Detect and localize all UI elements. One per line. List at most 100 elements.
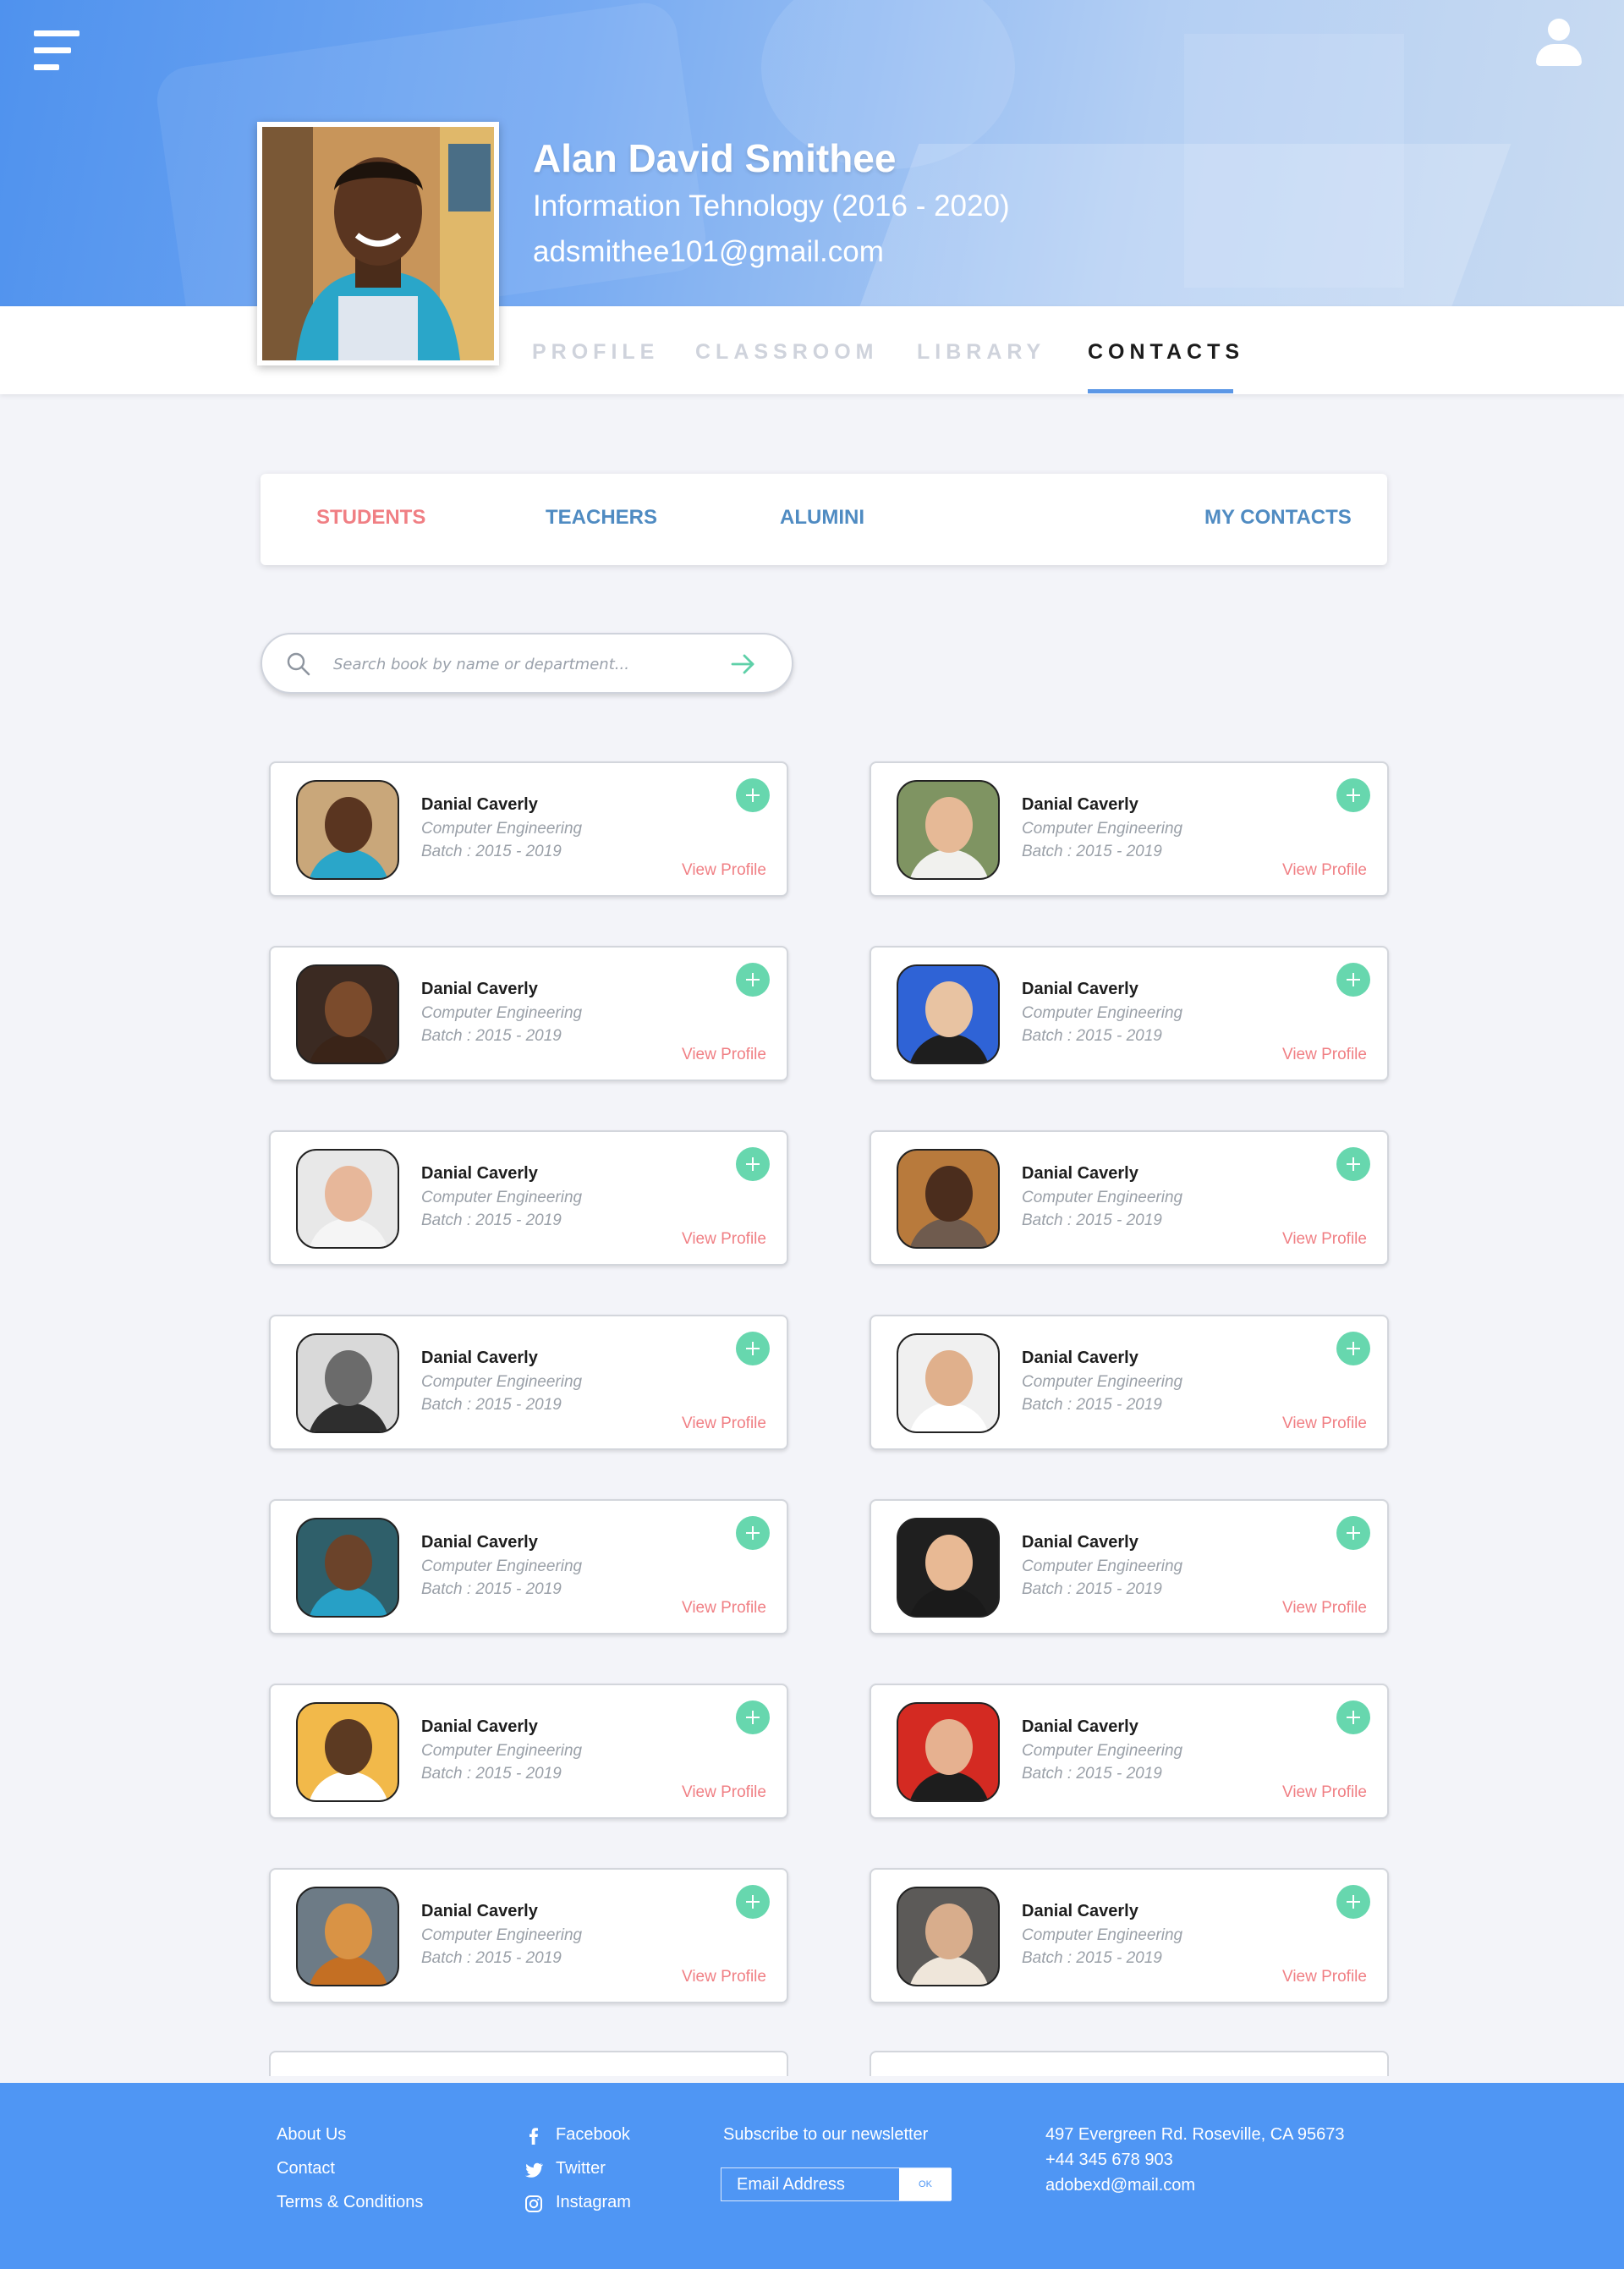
- contact-avatar: [897, 1333, 1000, 1433]
- add-contact-icon[interactable]: [736, 1700, 770, 1734]
- add-contact-icon[interactable]: [1336, 963, 1370, 997]
- footer-link-terms[interactable]: Terms & Conditions: [277, 2193, 423, 2212]
- add-contact-icon[interactable]: [736, 1516, 770, 1550]
- footer-twitter-link[interactable]: Twitter: [556, 2159, 606, 2178]
- footer-instagram-link[interactable]: Instagram: [556, 2193, 631, 2212]
- contact-avatar: [296, 964, 399, 1064]
- contact-avatar: [897, 1518, 1000, 1618]
- profile-course: Information Tehnology (2016 - 2020): [533, 190, 1010, 223]
- contact-batch: Batch : 2015 - 2019: [1022, 1211, 1162, 1229]
- filter-alumini[interactable]: ALUMINI: [780, 506, 864, 530]
- tab-classroom[interactable]: CLASSROOM: [695, 340, 879, 365]
- main-tab-bar: PROFILE CLASSROOM LIBRARY CONTACTS: [0, 306, 1624, 394]
- contact-card: Danial Caverly Computer Engineering Batch …: [870, 1499, 1389, 1634]
- add-contact-icon[interactable]: [736, 1885, 770, 1919]
- contact-department: Computer Engineering: [421, 1189, 583, 1206]
- view-profile-link[interactable]: View Profile: [682, 1783, 766, 1802]
- newsletter-form: OK: [721, 2167, 952, 2201]
- tab-library[interactable]: LIBRARY: [917, 340, 1045, 365]
- contact-department: Computer Engineering: [1022, 1926, 1183, 1944]
- contact-card: Danial Caverly Computer Engineering Batch …: [269, 1684, 788, 1819]
- contact-department: Computer Engineering: [421, 1742, 583, 1760]
- hamburger-menu-icon[interactable]: [34, 30, 81, 71]
- tab-contacts[interactable]: CONTACTS: [1088, 340, 1244, 365]
- contact-name: Danial Caverly: [1022, 795, 1138, 814]
- footer-facebook-link[interactable]: Facebook: [556, 2125, 630, 2145]
- contact-name: Danial Caverly: [421, 980, 538, 998]
- tab-profile[interactable]: PROFILE: [532, 340, 659, 365]
- contact-department: Computer Engineering: [421, 1926, 583, 1944]
- facebook-icon[interactable]: [524, 2127, 543, 2145]
- add-contact-icon[interactable]: [736, 1332, 770, 1365]
- add-contact-icon[interactable]: [1336, 1147, 1370, 1181]
- view-profile-link[interactable]: View Profile: [1282, 861, 1367, 880]
- view-profile-link[interactable]: View Profile: [1282, 1968, 1367, 1986]
- contact-card: Danial Caverly Computer Engineering Batch …: [870, 1315, 1389, 1450]
- view-profile-link[interactable]: View Profile: [682, 1968, 766, 1986]
- contact-card: Danial Caverly Computer Engineering Batch …: [870, 1130, 1389, 1266]
- profile-name: Alan David Smithee: [533, 136, 897, 180]
- add-contact-icon[interactable]: [1336, 1700, 1370, 1734]
- add-contact-icon[interactable]: [736, 1147, 770, 1181]
- arrow-right-icon[interactable]: [729, 651, 758, 677]
- contact-avatar: [897, 964, 1000, 1064]
- add-contact-icon[interactable]: [736, 963, 770, 997]
- contact-department: Computer Engineering: [421, 1558, 583, 1575]
- contact-card-partial: [870, 2051, 1389, 2076]
- contact-card: Danial Caverly Computer Engineering Batch …: [870, 761, 1389, 897]
- contact-avatar: [897, 1887, 1000, 1986]
- add-contact-icon[interactable]: [1336, 1332, 1370, 1365]
- filter-my-contacts[interactable]: MY CONTACTS: [1204, 506, 1352, 530]
- view-profile-link[interactable]: View Profile: [682, 1230, 766, 1249]
- instagram-icon[interactable]: [524, 2195, 543, 2213]
- contact-card: Danial Caverly Computer Engineering Batch …: [870, 946, 1389, 1081]
- contact-department: Computer Engineering: [421, 1373, 583, 1391]
- contact-batch: Batch : 2015 - 2019: [421, 1027, 562, 1045]
- footer-email[interactable]: adobexd@mail.com: [1045, 2176, 1195, 2195]
- view-profile-link[interactable]: View Profile: [1282, 1230, 1367, 1249]
- contact-batch: Batch : 2015 - 2019: [1022, 1027, 1162, 1045]
- contact-card: Danial Caverly Computer Engineering Batch …: [269, 946, 788, 1081]
- add-contact-icon[interactable]: [736, 778, 770, 812]
- active-tab-indicator: [1088, 389, 1233, 393]
- newsletter-email-input[interactable]: [721, 2168, 899, 2200]
- add-contact-icon[interactable]: [1336, 1516, 1370, 1550]
- newsletter-ok-button[interactable]: OK: [899, 2168, 952, 2200]
- view-profile-link[interactable]: View Profile: [682, 1046, 766, 1064]
- contact-avatar: [296, 1702, 399, 1802]
- view-profile-link[interactable]: View Profile: [1282, 1046, 1367, 1064]
- view-profile-link[interactable]: View Profile: [682, 1599, 766, 1618]
- contact-name: Danial Caverly: [1022, 1717, 1138, 1736]
- contact-name: Danial Caverly: [1022, 1164, 1138, 1183]
- contact-name: Danial Caverly: [421, 1349, 538, 1367]
- footer-address: 497 Evergreen Rd. Roseville, CA 95673: [1045, 2125, 1345, 2144]
- view-profile-link[interactable]: View Profile: [1282, 1599, 1367, 1618]
- contact-batch: Batch : 2015 - 2019: [421, 1211, 562, 1229]
- twitter-icon[interactable]: [524, 2161, 543, 2179]
- contact-department: Computer Engineering: [1022, 1373, 1183, 1391]
- view-profile-link[interactable]: View Profile: [1282, 1415, 1367, 1433]
- filter-students[interactable]: STUDENTS: [316, 506, 425, 530]
- add-contact-icon[interactable]: [1336, 778, 1370, 812]
- contact-avatar: [296, 1333, 399, 1433]
- add-contact-icon[interactable]: [1336, 1885, 1370, 1919]
- profile-avatar: [257, 122, 499, 365]
- contact-name: Danial Caverly: [421, 1717, 538, 1736]
- view-profile-link[interactable]: View Profile: [682, 861, 766, 880]
- profile-email: adsmithee101@gmail.com: [533, 235, 884, 268]
- profile-header-banner: Alan David Smithee Information Tehnology…: [0, 0, 1624, 306]
- user-account-icon[interactable]: [1534, 19, 1582, 66]
- search-icon: [287, 652, 310, 676]
- view-profile-link[interactable]: View Profile: [682, 1415, 766, 1433]
- footer-link-contact[interactable]: Contact: [277, 2159, 335, 2178]
- contact-batch: Batch : 2015 - 2019: [421, 1949, 562, 1967]
- contact-name: Danial Caverly: [1022, 1533, 1138, 1552]
- contact-avatar: [296, 1887, 399, 1986]
- contact-department: Computer Engineering: [421, 1004, 583, 1022]
- footer-link-about[interactable]: About Us: [277, 2125, 346, 2145]
- filter-teachers[interactable]: TEACHERS: [546, 506, 657, 530]
- contact-department: Computer Engineering: [1022, 1558, 1183, 1575]
- contact-filter-bar: STUDENTS TEACHERS ALUMINI MY CONTACTS: [261, 474, 1387, 565]
- search-input[interactable]: [333, 650, 689, 679]
- view-profile-link[interactable]: View Profile: [1282, 1783, 1367, 1802]
